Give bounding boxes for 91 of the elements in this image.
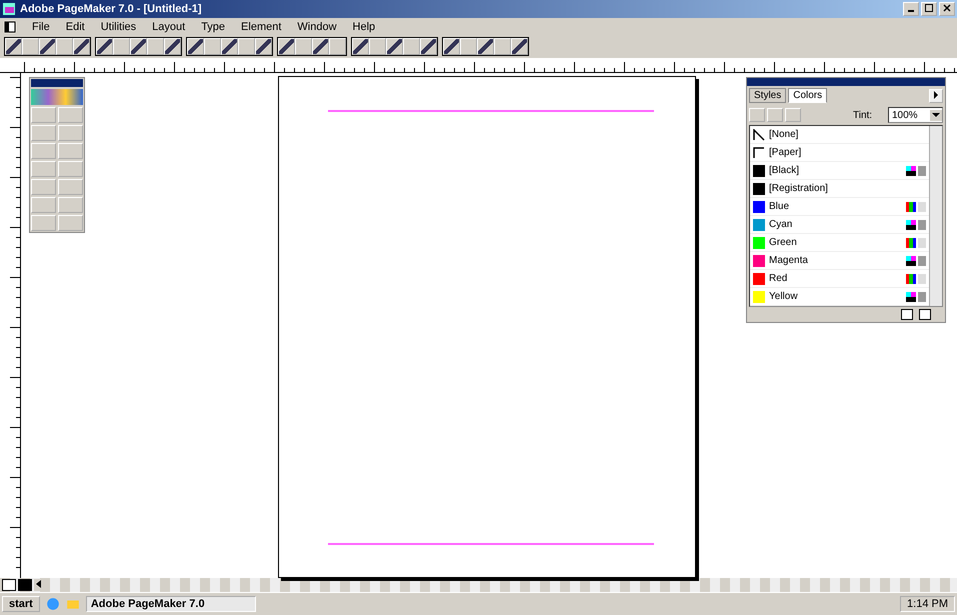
toolbar-button[interactable] xyxy=(460,38,477,54)
toolbar-button[interactable] xyxy=(329,38,346,54)
tint-dropdown[interactable]: 100% xyxy=(888,107,943,123)
toolbar-button[interactable] xyxy=(113,38,130,54)
color-name: Green xyxy=(769,237,798,248)
toolbar-button[interactable] xyxy=(352,38,369,54)
tint-label: Tint: xyxy=(853,110,872,120)
color-row[interactable]: [Black] xyxy=(750,162,929,180)
color-row[interactable]: Red xyxy=(750,270,929,288)
toolbar-button[interactable] xyxy=(164,38,181,54)
toolbar-button[interactable] xyxy=(187,38,204,54)
palette-tab[interactable]: Styles xyxy=(749,88,786,103)
menu-item[interactable]: Layout xyxy=(152,21,186,33)
toolbar-button[interactable] xyxy=(511,38,528,54)
window-title: Adobe PageMaker 7.0 - [Untitled-1] xyxy=(20,3,203,15)
menu-item[interactable]: Utilities xyxy=(100,21,136,33)
cmyk-icon xyxy=(906,220,926,230)
toolbar-button[interactable] xyxy=(73,38,90,54)
minimize-button[interactable] xyxy=(903,2,919,16)
dropdown-arrow-icon xyxy=(932,112,940,118)
cmyk-icon xyxy=(906,292,926,302)
toolbar-button[interactable] xyxy=(5,38,22,54)
color-name: [None] xyxy=(769,129,800,140)
toolbar-button[interactable] xyxy=(221,38,238,54)
rgb-icon xyxy=(906,274,926,284)
close-button[interactable] xyxy=(939,2,955,16)
menu-item[interactable]: Window xyxy=(297,21,337,33)
start-button[interactable]: start xyxy=(2,596,40,612)
maximize-button[interactable] xyxy=(921,2,937,16)
color-name: Yellow xyxy=(769,291,799,302)
close-icon xyxy=(943,4,951,12)
color-row[interactable]: Cyan xyxy=(750,216,929,234)
toolbar-button[interactable] xyxy=(443,38,460,54)
color-row[interactable]: [None] xyxy=(750,126,929,144)
palette-tab[interactable]: Colors xyxy=(788,88,828,103)
minimize-icon xyxy=(908,10,914,12)
document-icon xyxy=(4,21,16,33)
toolbar-button[interactable] xyxy=(278,38,295,54)
rgb-icon xyxy=(906,238,926,248)
menu-item[interactable]: Edit xyxy=(66,21,85,33)
logo-banner xyxy=(31,89,83,105)
color-row[interactable]: [Paper] xyxy=(750,144,929,162)
toolbar-button[interactable] xyxy=(403,38,420,54)
triangle-left-icon xyxy=(36,580,41,588)
color-row[interactable]: Blue xyxy=(750,198,929,216)
color-name: Red xyxy=(769,273,788,284)
toolbar-button[interactable] xyxy=(22,38,39,54)
color-name: [Black] xyxy=(769,165,800,176)
color-name: Blue xyxy=(769,201,790,212)
color-row[interactable]: Green xyxy=(750,234,929,252)
toolbar-button[interactable] xyxy=(39,38,56,54)
taskbar-button[interactable]: Adobe PageMaker 7.0 xyxy=(86,596,256,612)
toolbar-button[interactable] xyxy=(147,38,164,54)
toolbar-button[interactable] xyxy=(56,38,73,54)
menu-item[interactable]: Type xyxy=(201,21,226,33)
color-name: Cyan xyxy=(769,219,794,230)
cmyk-icon xyxy=(906,256,926,266)
cmyk-icon xyxy=(906,166,926,176)
app-icon xyxy=(2,2,16,16)
toolbar-button[interactable] xyxy=(96,38,113,54)
color-row[interactable]: Magenta xyxy=(750,252,929,270)
master-page-icon[interactable] xyxy=(2,579,16,591)
toolbar-button[interactable] xyxy=(130,38,147,54)
toolbar-button[interactable] xyxy=(477,38,494,54)
toolbar-button[interactable] xyxy=(494,38,511,54)
triangle-right-icon xyxy=(933,90,939,98)
menu-item[interactable]: Element xyxy=(241,21,282,33)
menu-item[interactable]: Help xyxy=(352,21,376,33)
toolbar-button[interactable] xyxy=(255,38,272,54)
color-name: [Registration] xyxy=(769,183,829,194)
scroll-left-button[interactable] xyxy=(34,579,43,591)
toolbar-button[interactable] xyxy=(238,38,255,54)
toolbar-button[interactable] xyxy=(295,38,312,54)
color-row[interactable]: [Registration] xyxy=(750,180,929,198)
scrollbar[interactable] xyxy=(929,126,942,306)
maximize-icon xyxy=(925,4,933,12)
toolbar-button[interactable] xyxy=(312,38,329,54)
toolbar-button[interactable] xyxy=(369,38,386,54)
palette-menu-button[interactable] xyxy=(929,88,943,102)
paper-swatch xyxy=(753,146,765,158)
toolbar-button[interactable] xyxy=(386,38,403,54)
palette-title-bar xyxy=(31,79,83,87)
menu-item[interactable]: File xyxy=(32,21,50,33)
toolbar-button[interactable] xyxy=(420,38,437,54)
rgb-icon xyxy=(906,202,926,212)
no-color-icon xyxy=(753,128,765,140)
clock: 1:14 PM xyxy=(907,598,948,610)
color-row[interactable]: Yellow xyxy=(750,288,929,306)
toolbar-button[interactable] xyxy=(204,38,221,54)
color-name: Magenta xyxy=(769,255,809,266)
color-name: [Paper] xyxy=(769,147,802,158)
